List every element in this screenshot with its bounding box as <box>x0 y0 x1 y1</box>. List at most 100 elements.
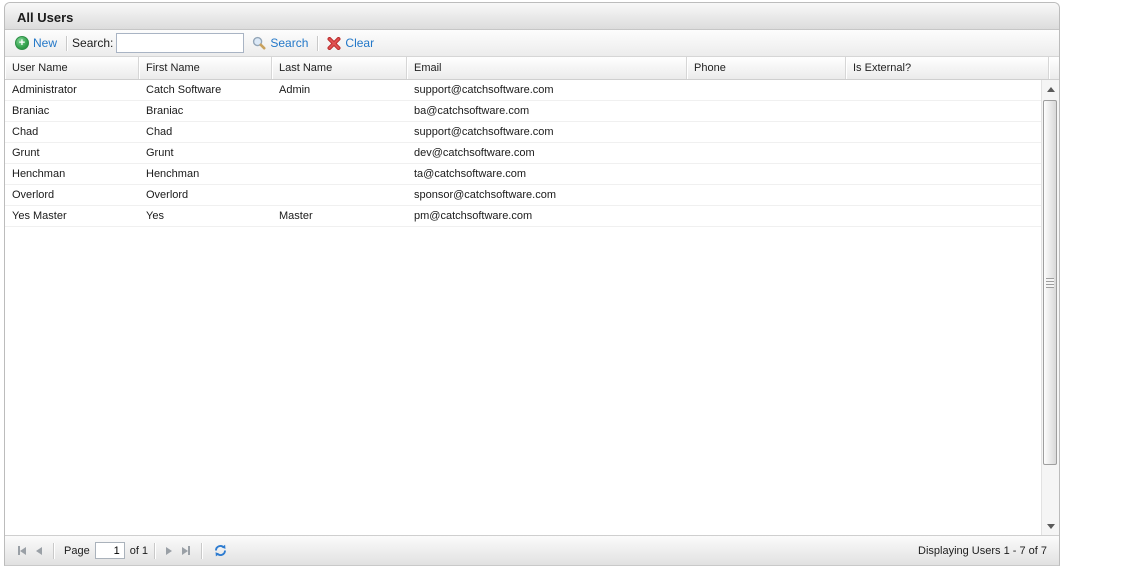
table-cell: Yes <box>139 206 272 226</box>
table-cell: Grunt <box>139 143 272 163</box>
grid-body: AdministratorCatch SoftwareAdminsupport@… <box>5 80 1059 536</box>
table-cell: support@catchsoftware.com <box>407 80 687 100</box>
new-button-label: New <box>33 36 57 50</box>
triangle-left-icon <box>20 547 26 555</box>
table-cell <box>687 101 846 121</box>
column-header-first-name[interactable]: First Name <box>139 57 272 79</box>
table-cell <box>846 143 1049 163</box>
table-cell <box>687 143 846 163</box>
grid-header: User NameFirst NameLast NameEmailPhoneIs… <box>5 57 1059 80</box>
table-cell <box>687 80 846 100</box>
column-header-phone[interactable]: Phone <box>687 57 846 79</box>
page-number-input[interactable] <box>95 542 125 559</box>
all-users-panel: All Users + New Search: Search <box>4 2 1060 566</box>
table-cell: Administrator <box>5 80 139 100</box>
grid-toolbar: + New Search: Search <box>5 30 1059 57</box>
column-header-email[interactable]: Email <box>407 57 687 79</box>
table-row[interactable]: GruntGrunt dev@catchsoftware.com <box>5 143 1041 164</box>
table-cell <box>846 101 1049 121</box>
table-row[interactable]: Yes MasterYesMasterpm@catchsoftware.com <box>5 206 1041 227</box>
first-page-button[interactable] <box>15 543 29 558</box>
table-cell: support@catchsoftware.com <box>407 122 687 142</box>
column-header-is-external[interactable]: Is External? <box>846 57 1049 79</box>
triangle-right-icon <box>166 547 172 555</box>
table-cell: Chad <box>5 122 139 142</box>
table-row[interactable]: BraniacBraniac ba@catchsoftware.com <box>5 101 1041 122</box>
page-title: All Users <box>17 10 73 25</box>
refresh-icon <box>213 543 228 558</box>
table-cell <box>687 122 846 142</box>
table-cell: Henchman <box>5 164 139 184</box>
search-button-label: Search <box>270 36 308 50</box>
table-cell: pm@catchsoftware.com <box>407 206 687 226</box>
clear-button[interactable]: Clear <box>323 34 378 52</box>
table-cell: dev@catchsoftware.com <box>407 143 687 163</box>
search-field-label: Search: <box>72 36 113 50</box>
table-row[interactable]: ChadChad support@catchsoftware.com <box>5 122 1041 143</box>
table-cell: Admin <box>272 80 407 100</box>
last-page-icon <box>188 546 190 555</box>
refresh-button[interactable] <box>210 540 231 561</box>
table-cell: Grunt <box>5 143 139 163</box>
clear-button-label: Clear <box>345 36 374 50</box>
vertical-scrollbar[interactable] <box>1041 80 1059 536</box>
page: All Users + New Search: Search <box>0 0 1143 568</box>
table-cell <box>846 164 1049 184</box>
table-cell: Yes Master <box>5 206 139 226</box>
last-page-button[interactable] <box>179 543 193 558</box>
next-page-button[interactable] <box>163 544 175 558</box>
table-cell: ba@catchsoftware.com <box>407 101 687 121</box>
magnifier-icon <box>252 36 266 50</box>
table-cell: Overlord <box>139 185 272 205</box>
toolbar-separator <box>317 36 318 51</box>
paging-toolbar: Page of 1 Displaying Users 1 - 7 of 7 <box>5 535 1059 565</box>
table-cell: Henchman <box>139 164 272 184</box>
table-cell: sponsor@catchsoftware.com <box>407 185 687 205</box>
search-button[interactable]: Search <box>248 34 312 52</box>
page-count-label: of 1 <box>130 545 148 557</box>
table-cell <box>687 164 846 184</box>
table-cell <box>687 206 846 226</box>
table-row[interactable]: AdministratorCatch SoftwareAdminsupport@… <box>5 80 1041 101</box>
new-button[interactable]: + New <box>11 34 61 52</box>
table-cell <box>272 185 407 205</box>
table-cell: Master <box>272 206 407 226</box>
table-cell: ta@catchsoftware.com <box>407 164 687 184</box>
table-cell <box>846 206 1049 226</box>
paging-separator <box>154 543 155 559</box>
triangle-down-icon <box>1047 524 1055 529</box>
table-cell: Braniac <box>139 101 272 121</box>
panel-title-bar: All Users <box>5 3 1059 30</box>
table-cell <box>846 185 1049 205</box>
prev-page-button[interactable] <box>33 544 45 558</box>
scrollbar-thumb[interactable] <box>1043 100 1057 465</box>
displaying-status: Displaying Users 1 - 7 of 7 <box>918 545 1051 557</box>
table-cell: Braniac <box>5 101 139 121</box>
plus-circle-icon: + <box>15 36 29 50</box>
column-header-filler <box>1049 57 1059 79</box>
scroll-up-button[interactable] <box>1042 81 1059 98</box>
table-cell <box>272 164 407 184</box>
paging-separator <box>53 543 54 559</box>
table-cell <box>846 122 1049 142</box>
grid-rows: AdministratorCatch SoftwareAdminsupport@… <box>5 80 1041 227</box>
table-cell <box>272 122 407 142</box>
page-label: Page <box>64 545 90 557</box>
column-header-user-name[interactable]: User Name <box>5 57 139 79</box>
table-cell: Overlord <box>5 185 139 205</box>
toolbar-separator <box>66 36 67 51</box>
triangle-up-icon <box>1047 87 1055 92</box>
table-row[interactable]: OverlordOverlord sponsor@catchsoftware.co… <box>5 185 1041 206</box>
table-cell <box>846 80 1049 100</box>
triangle-left-icon <box>36 547 42 555</box>
table-row[interactable]: HenchmanHenchman ta@catchsoftware.com <box>5 164 1041 185</box>
table-cell: Chad <box>139 122 272 142</box>
table-cell <box>687 185 846 205</box>
red-x-icon <box>327 37 341 50</box>
table-cell: Catch Software <box>139 80 272 100</box>
search-input[interactable] <box>116 33 244 53</box>
column-header-last-name[interactable]: Last Name <box>272 57 407 79</box>
table-cell <box>272 143 407 163</box>
scroll-down-button[interactable] <box>1042 518 1059 535</box>
scrollbar-grip-icon <box>1046 278 1054 288</box>
